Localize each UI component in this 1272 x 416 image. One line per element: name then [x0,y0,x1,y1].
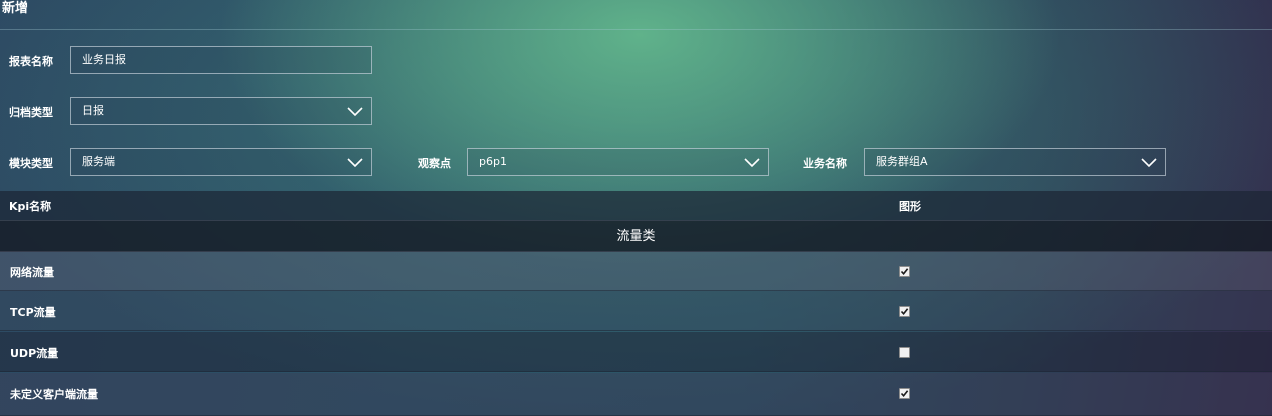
module-type-select[interactable]: 服务端 [70,148,372,176]
group-row-traffic: 流量类 [0,220,1272,252]
report-name-input[interactable]: 业务日报 [70,46,372,74]
business-name-label: 业务名称 [803,157,847,170]
observation-point-label: 观察点 [418,157,451,170]
checkmark-icon [900,390,909,398]
kpi-name: 未定义客户端流量 [10,388,98,401]
archive-type-select[interactable]: 日报 [70,97,372,125]
table-row: 未定义客户端流量 [0,373,1272,416]
business-name-select[interactable]: 服务群组A [864,148,1166,176]
business-name-value: 服务群组A [876,155,928,168]
archive-type-value: 日报 [82,104,104,117]
chevron-down-icon [347,158,363,168]
title-divider [0,29,1272,30]
chart-checkbox[interactable] [899,306,910,317]
column-chart: 图形 [899,200,921,213]
observation-point-select[interactable]: p6p1 [467,148,769,176]
checkmark-icon [900,268,909,276]
archive-type-label: 归档类型 [9,106,53,119]
table-row: 网络流量 [0,251,1272,291]
chevron-down-icon [744,158,760,168]
checkmark-icon [900,308,909,316]
table-row: UDP流量 [0,332,1272,372]
chart-checkbox[interactable] [899,266,910,277]
kpi-table: Kpi名称 图形 流量类 网络流量 TCP流量 UDP流量 未定义客户端流量 [0,191,1272,416]
chevron-down-icon [1141,158,1157,168]
kpi-name: UDP流量 [10,347,59,360]
kpi-name: 网络流量 [10,266,54,279]
observation-point-value: p6p1 [479,155,507,168]
column-kpi-name: Kpi名称 [9,200,52,213]
module-type-value: 服务端 [82,155,115,168]
table-row: TCP流量 [0,291,1272,331]
module-type-label: 模块类型 [9,157,53,170]
chart-checkbox[interactable] [899,347,910,358]
table-header: Kpi名称 图形 [0,191,1272,220]
dialog-title: 新增 [2,1,29,16]
report-name-value: 业务日报 [82,53,126,66]
kpi-name: TCP流量 [10,306,56,319]
chart-checkbox[interactable] [899,388,910,399]
chevron-down-icon [347,107,363,117]
report-name-label: 报表名称 [9,55,53,68]
